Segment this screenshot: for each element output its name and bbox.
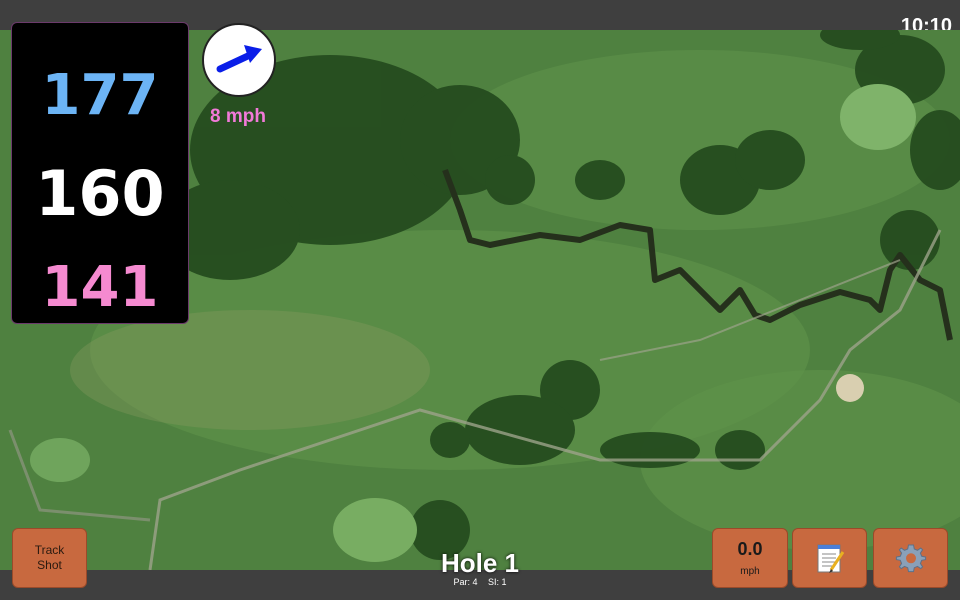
speed-value: 0.0 [737,539,763,559]
hole-title: Hole 1 [440,548,520,578]
track-shot-button[interactable]: Track Shot [12,528,87,588]
wind-speed: 8 mph [210,106,266,127]
notes-button[interactable] [792,528,867,588]
wind-indicator [202,23,276,97]
distance-panel: 177 160 141 [11,22,189,324]
front-distance: 141 [41,255,159,320]
speed-unit: mph [740,566,760,577]
back-distance: 177 [41,63,159,128]
gear-icon [895,544,926,573]
notepad-icon [817,544,844,573]
track-shot-label-line2: Shot [37,558,62,572]
hole-details: Par: 4 SI: 1 [380,577,580,587]
speed-button[interactable]: 0.0 mph [712,528,788,588]
wind-arrow-icon [216,45,262,73]
middle-distance: 160 [35,157,165,230]
hole-stroke-index: SI: 1 [488,577,507,587]
settings-button[interactable] [873,528,948,588]
hole-par: Par: 4 [453,577,478,587]
track-shot-label-line1: Track [34,543,65,557]
